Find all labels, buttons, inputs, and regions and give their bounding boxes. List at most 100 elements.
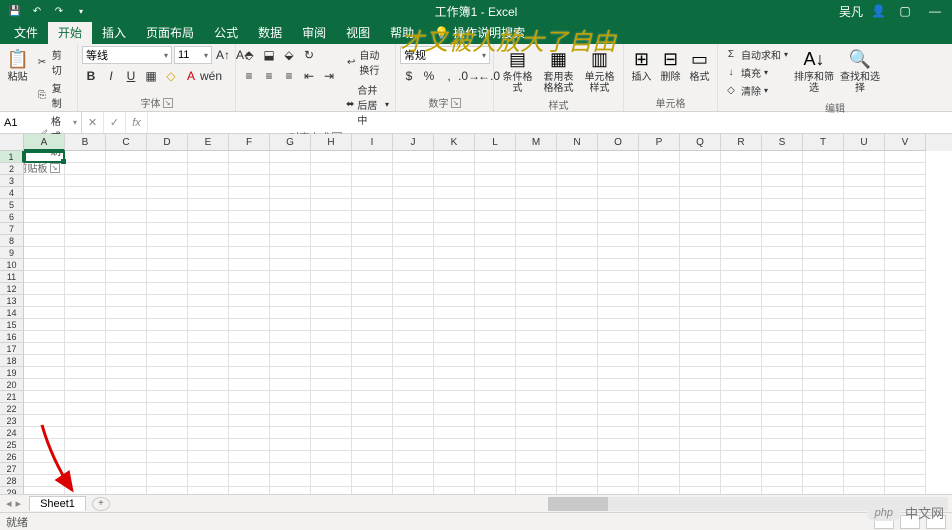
cell[interactable] [721, 235, 762, 247]
cell[interactable] [188, 367, 229, 379]
cell[interactable] [147, 403, 188, 415]
cell[interactable] [639, 211, 680, 223]
row-header[interactable]: 22 [0, 403, 24, 415]
cell[interactable] [639, 379, 680, 391]
cell[interactable] [229, 307, 270, 319]
cell[interactable] [885, 475, 926, 487]
cell[interactable] [270, 187, 311, 199]
cell[interactable] [680, 463, 721, 475]
cell[interactable] [434, 199, 475, 211]
cell[interactable] [352, 451, 393, 463]
cell[interactable] [885, 259, 926, 271]
cell[interactable] [434, 439, 475, 451]
cell[interactable] [598, 331, 639, 343]
cell[interactable] [270, 247, 311, 259]
row-header[interactable]: 15 [0, 319, 24, 331]
tell-me[interactable]: 💡 操作说明搜索 [424, 21, 535, 44]
cell[interactable] [352, 367, 393, 379]
cell[interactable] [188, 307, 229, 319]
cell[interactable] [65, 307, 106, 319]
cell[interactable] [229, 223, 270, 235]
wrap-text-button[interactable]: ↩自动换行 [344, 46, 391, 78]
cell[interactable] [885, 247, 926, 259]
cell[interactable] [147, 331, 188, 343]
cell[interactable] [885, 355, 926, 367]
cell[interactable] [229, 151, 270, 163]
cell[interactable] [639, 415, 680, 427]
cell[interactable] [311, 367, 352, 379]
cell[interactable] [885, 211, 926, 223]
cell[interactable] [516, 163, 557, 175]
cell[interactable] [188, 475, 229, 487]
cell[interactable] [434, 355, 475, 367]
cell[interactable] [434, 427, 475, 439]
cell[interactable] [270, 307, 311, 319]
table-format-button[interactable]: ▦ 套用表格格式 [539, 46, 578, 96]
cell[interactable] [24, 175, 65, 187]
cell[interactable] [270, 151, 311, 163]
qat-dropdown-icon[interactable]: ▾ [72, 2, 90, 20]
cell[interactable] [106, 259, 147, 271]
cell[interactable] [147, 451, 188, 463]
cell[interactable] [721, 415, 762, 427]
cell[interactable] [24, 295, 65, 307]
cell[interactable] [188, 187, 229, 199]
cell[interactable] [680, 427, 721, 439]
cell[interactable] [106, 151, 147, 163]
cell[interactable] [803, 367, 844, 379]
cell[interactable] [885, 403, 926, 415]
cell[interactable] [229, 439, 270, 451]
cell[interactable] [24, 427, 65, 439]
cell[interactable] [24, 415, 65, 427]
column-header[interactable]: H [311, 134, 352, 151]
column-header[interactable]: G [270, 134, 311, 151]
cell[interactable] [475, 379, 516, 391]
cell[interactable] [475, 295, 516, 307]
cell[interactable] [680, 355, 721, 367]
border-button[interactable]: ▦ [142, 67, 160, 85]
cell[interactable] [188, 355, 229, 367]
cell[interactable] [885, 463, 926, 475]
cell[interactable] [147, 391, 188, 403]
cell[interactable] [721, 283, 762, 295]
cell[interactable] [311, 355, 352, 367]
cell[interactable] [434, 295, 475, 307]
cell[interactable] [434, 319, 475, 331]
cell[interactable] [844, 247, 885, 259]
cell[interactable] [270, 403, 311, 415]
cell[interactable] [352, 295, 393, 307]
cell[interactable] [557, 367, 598, 379]
cell[interactable] [844, 439, 885, 451]
row-header[interactable]: 3 [0, 175, 24, 187]
cell[interactable] [24, 235, 65, 247]
cell[interactable] [24, 391, 65, 403]
cell[interactable] [65, 223, 106, 235]
cell[interactable] [65, 199, 106, 211]
cell[interactable] [65, 163, 106, 175]
cell[interactable] [393, 295, 434, 307]
cell[interactable] [516, 391, 557, 403]
cell[interactable] [188, 427, 229, 439]
cell[interactable] [844, 403, 885, 415]
cell[interactable] [270, 319, 311, 331]
cell[interactable] [680, 235, 721, 247]
clear-button[interactable]: ◇清除▾ [722, 82, 790, 99]
cell[interactable] [106, 451, 147, 463]
cell[interactable] [844, 295, 885, 307]
sheet-prev-icon[interactable]: ◂ [6, 497, 12, 510]
cell[interactable] [434, 463, 475, 475]
cell[interactable] [65, 391, 106, 403]
cell[interactable] [557, 379, 598, 391]
cell[interactable] [106, 475, 147, 487]
cell[interactable] [434, 451, 475, 463]
cell[interactable] [229, 415, 270, 427]
cell[interactable] [680, 199, 721, 211]
cell[interactable] [885, 379, 926, 391]
cell[interactable] [475, 403, 516, 415]
column-header[interactable]: R [721, 134, 762, 151]
cell[interactable] [106, 307, 147, 319]
row-header[interactable]: 20 [0, 379, 24, 391]
cell[interactable] [516, 319, 557, 331]
cell[interactable] [229, 451, 270, 463]
cell[interactable] [762, 319, 803, 331]
